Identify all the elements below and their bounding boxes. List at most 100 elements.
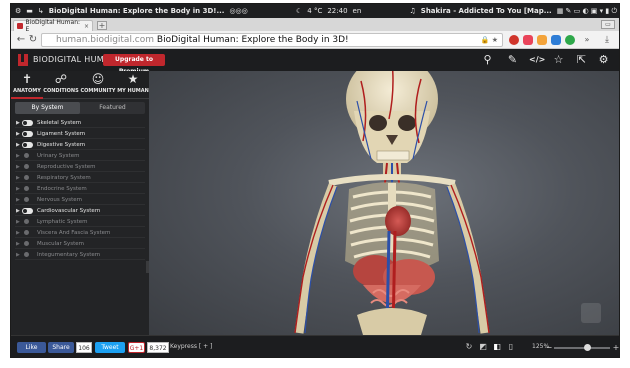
community-icon: ☺ — [91, 72, 105, 86]
visibility-toggle-off-icon[interactable] — [24, 197, 29, 202]
visibility-toggle-off-icon[interactable] — [24, 175, 29, 180]
visibility-toggle-on-icon[interactable] — [22, 208, 33, 214]
3d-viewport[interactable] — [149, 71, 620, 335]
expand-arrow-icon[interactable]: ▶ — [16, 151, 20, 161]
zoom-slider-thumb[interactable] — [584, 344, 592, 351]
system-row[interactable]: ▶ Urinary System — [15, 151, 145, 161]
visibility-toggle-off-icon[interactable] — [24, 241, 29, 246]
system-row[interactable]: ▶ Viscera And Fascia System — [15, 228, 145, 238]
facebook-share-button[interactable]: Share — [48, 342, 74, 353]
expand-arrow-icon[interactable]: ▶ — [16, 206, 20, 216]
back-arrow-icon[interactable]: ← — [15, 34, 27, 46]
expand-arrow-icon[interactable]: ▶ — [16, 173, 20, 183]
folder-icon[interactable]: ▬ — [26, 7, 33, 15]
expand-arrow-icon[interactable]: ▶ — [16, 195, 20, 205]
nav-community[interactable]: ☺ COMMUNITY — [79, 72, 117, 99]
extension-green-icon[interactable] — [565, 35, 575, 45]
system-row[interactable]: ▶ Reproductive System — [15, 162, 145, 172]
conditions-icon: ☍ — [54, 72, 68, 86]
app-menu-icon[interactable]: ↳ — [38, 7, 44, 15]
keyboard-lang[interactable]: en — [353, 7, 362, 15]
bookmark-star-icon[interactable]: 🔒 ★ — [481, 34, 498, 46]
visibility-toggle-off-icon[interactable] — [24, 230, 29, 235]
system-name: Skeletal System — [37, 120, 82, 126]
expand-arrow-icon[interactable]: ▶ — [16, 228, 20, 238]
extension-icon[interactable] — [523, 35, 533, 45]
visibility-toggle-off-icon[interactable] — [24, 153, 29, 158]
tab-featured[interactable]: Featured — [80, 102, 145, 114]
system-name: Endocrine System — [37, 186, 87, 192]
zoom-out-icon[interactable]: − — [544, 343, 554, 353]
extension-block-icon[interactable] — [509, 35, 519, 45]
settings-icon[interactable]: ⚙ — [15, 7, 21, 15]
more-extensions-icon[interactable]: » — [581, 34, 593, 46]
expand-arrow-icon[interactable]: ▶ — [16, 217, 20, 227]
tab-by-system[interactable]: By System — [15, 102, 80, 114]
favicon-icon — [17, 23, 23, 29]
pencil-icon[interactable]: ✎ — [506, 53, 519, 66]
window-controls-icon[interactable]: ◎◎◎ — [229, 7, 247, 15]
biodigital-logo-icon[interactable] — [18, 54, 28, 66]
nav-conditions[interactable]: ☍ CONDITIONS — [43, 72, 79, 99]
expand-arrow-icon[interactable]: ▶ — [16, 184, 20, 194]
tray-icons[interactable]: ▦ ✎ ▭ ◐ ▣ ▾ ▮ ⏻ — [557, 7, 617, 16]
search-icon[interactable]: ⚲ — [481, 53, 494, 66]
expand-arrow-icon[interactable]: ▶ — [16, 118, 20, 128]
upgrade-button[interactable]: Upgrade to Premium — [103, 54, 165, 75]
download-icon[interactable]: ⤓ — [601, 34, 613, 46]
embed-code-icon[interactable]: </> — [529, 53, 545, 66]
facebook-like-button[interactable]: Like — [17, 342, 46, 353]
os-top-panel: ⚙ ▬ ↳ BioDigital Human: Explore the Body… — [11, 4, 619, 18]
system-row[interactable]: ▶ Integumentary System — [15, 250, 145, 260]
layout-single-icon[interactable]: ◧ — [492, 342, 502, 352]
system-row[interactable]: ▶ Lymphatic System — [15, 217, 145, 227]
zoom-in-icon[interactable]: + — [611, 343, 619, 353]
now-playing[interactable]: Shakira - Addicted To You [Map... — [421, 7, 552, 15]
extension-cast-icon[interactable] — [551, 35, 561, 45]
visibility-toggle-on-icon[interactable] — [22, 131, 33, 137]
expand-arrow-icon[interactable]: ▶ — [16, 129, 20, 139]
visibility-toggle-off-icon[interactable] — [24, 164, 29, 169]
browser-tab[interactable]: BioDigital Human: E × — [13, 19, 93, 33]
visibility-toggle-off-icon[interactable] — [24, 219, 29, 224]
view-cube-icon[interactable] — [581, 303, 601, 323]
visibility-toggle-on-icon[interactable] — [22, 142, 33, 148]
visibility-toggle-off-icon[interactable] — [24, 186, 29, 191]
screenshot-icon[interactable]: ◩ — [478, 342, 488, 352]
system-name: Urinary System — [37, 153, 80, 159]
system-row[interactable]: ▶ Endocrine System — [15, 184, 145, 194]
nav-my-human[interactable]: ★ MY HUMAN — [117, 72, 149, 99]
system-row[interactable]: ▶ Digestive System — [15, 140, 145, 150]
address-bar[interactable]: human.biodigital.com BioDigital Human: E… — [41, 33, 503, 47]
system-row[interactable]: ▶ Respiratory System — [15, 173, 145, 183]
clock[interactable]: 22:40 — [327, 7, 347, 15]
share-icon[interactable]: ⇱ — [575, 53, 588, 66]
system-name: Digestive System — [37, 142, 86, 148]
reload-icon[interactable]: ↻ — [27, 34, 39, 46]
reset-view-icon[interactable]: ↻ — [464, 342, 474, 352]
expand-arrow-icon[interactable]: ▶ — [16, 162, 20, 172]
tweet-button[interactable]: Tweet — [95, 342, 125, 353]
nav-anatomy[interactable]: ✝ ANATOMY — [11, 72, 43, 99]
system-name: Ligament System — [37, 131, 86, 137]
system-row[interactable]: ▶ Nervous System — [15, 195, 145, 205]
human-body-model[interactable] — [149, 71, 620, 335]
system-row[interactable]: ▶ Skeletal System — [15, 118, 145, 128]
system-row[interactable]: ▶ Cardiovascular System — [15, 206, 145, 216]
window-menu-button[interactable]: ▭ — [601, 20, 615, 29]
expand-arrow-icon[interactable]: ▶ — [16, 140, 20, 150]
gear-icon[interactable]: ⚙ — [597, 53, 610, 66]
tab-close-icon[interactable]: × — [84, 23, 89, 30]
google-plus-button[interactable]: G+1 — [128, 342, 145, 353]
expand-arrow-icon[interactable]: ▶ — [16, 239, 20, 249]
fullscreen-icon[interactable]: ▯ — [506, 342, 516, 352]
system-row[interactable]: ▶ Ligament System — [15, 129, 145, 139]
new-tab-button[interactable]: + — [97, 21, 107, 30]
zoom-slider[interactable] — [554, 344, 610, 351]
extension-rss-icon[interactable] — [537, 35, 547, 45]
expand-arrow-icon[interactable]: ▶ — [16, 250, 20, 260]
visibility-toggle-on-icon[interactable] — [22, 120, 33, 126]
visibility-toggle-off-icon[interactable] — [24, 252, 29, 257]
favorite-star-icon[interactable]: ☆ — [552, 53, 565, 66]
system-row[interactable]: ▶ Muscular System — [15, 239, 145, 249]
